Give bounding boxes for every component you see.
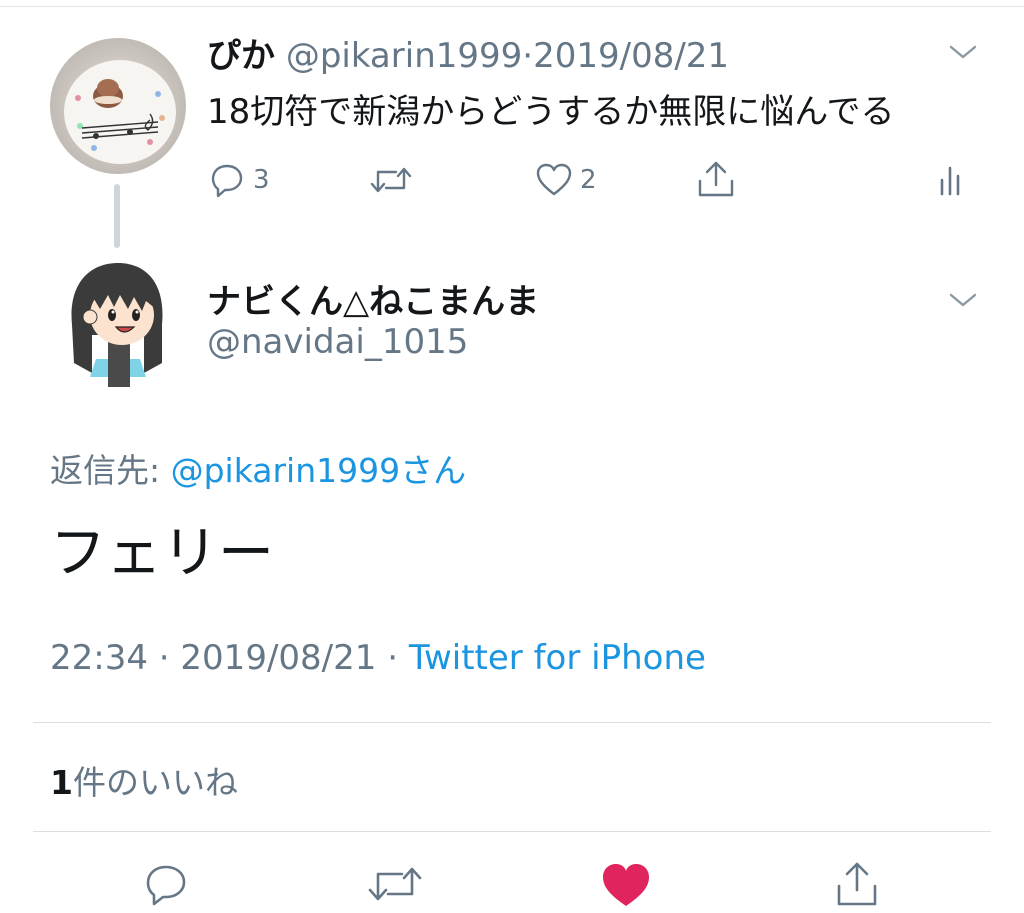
main-author-name[interactable]: ナビくん△ねこまんま [207, 274, 539, 323]
thread-connector-line [114, 184, 120, 248]
tweet-source-link[interactable]: Twitter for iPhone [409, 638, 706, 678]
heart-filled-icon[interactable] [600, 860, 652, 908]
retweet-icon[interactable] [366, 860, 424, 908]
like-count: 2 [580, 165, 597, 195]
like-icon [536, 163, 572, 196]
tweet-date: 2019/08/21 [180, 638, 377, 678]
reply-to-line: 返信先: @pikarin1999さん [50, 444, 466, 492]
reply-icon [211, 164, 243, 198]
chevron-down-icon[interactable] [948, 290, 978, 310]
reply-to-link[interactable]: @pikarin1999さん [171, 451, 467, 490]
analytics-icon [940, 166, 960, 196]
meta-separator: · [376, 638, 409, 678]
parent-avatar[interactable] [50, 38, 186, 174]
reply-icon[interactable] [142, 860, 190, 908]
header-separator: · [522, 36, 534, 76]
retweet-icon [370, 167, 412, 193]
meta-separator: · [147, 638, 181, 678]
analytics-action[interactable] [936, 158, 966, 202]
parent-author-handle[interactable]: @pikarin1999 [286, 36, 522, 76]
like-action[interactable]: 2 [534, 158, 597, 202]
parent-author-name[interactable]: ぴか [207, 36, 275, 76]
tweet-metadata: 22:34 · 2019/08/21 · Twitter for iPhone [50, 638, 706, 678]
share-icon[interactable] [832, 860, 882, 910]
chevron-down-icon[interactable] [948, 42, 978, 62]
parent-tweet-date[interactable]: 2019/08/21 [533, 36, 729, 76]
divider [33, 722, 991, 723]
reply-count: 3 [253, 165, 270, 195]
share-action[interactable] [694, 158, 738, 202]
likes-summary[interactable]: 1件のいいね [50, 756, 238, 804]
reply-to-prefix: 返信先: [50, 451, 171, 490]
retweet-action[interactable] [368, 158, 414, 202]
parent-tweet-header: ぴか @pikarin1999·2019/08/21 [207, 28, 729, 77]
main-author-avatar[interactable] [50, 255, 186, 391]
reply-action[interactable]: 3 [207, 158, 270, 202]
divider [33, 831, 991, 832]
top-divider [0, 6, 1024, 7]
share-icon [698, 161, 734, 197]
main-tweet-text: フェリー [50, 521, 274, 586]
main-author-handle[interactable]: @navidai_1015 [207, 322, 468, 362]
tweet-time: 22:34 [50, 638, 148, 678]
parent-tweet-text: 18切符で新潟からどうするか無限に悩んでる [207, 92, 895, 132]
likes-count: 1 [50, 763, 73, 802]
likes-label: 件のいいね [72, 763, 238, 802]
